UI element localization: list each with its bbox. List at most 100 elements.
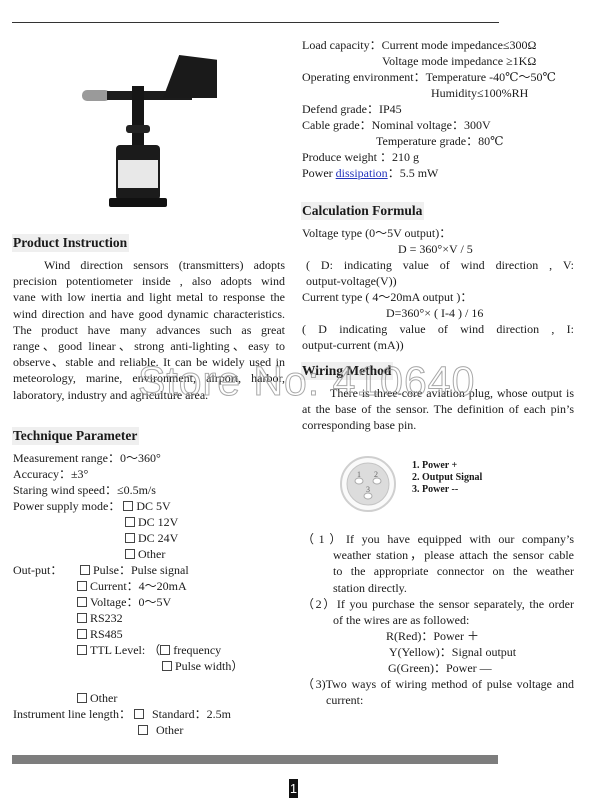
step1-line: （1）If you have equipped with our company… bbox=[302, 532, 574, 546]
checkbox-icon[interactable] bbox=[77, 597, 87, 607]
paragraph-line: Wind direction sensors (transmitters) ad… bbox=[44, 258, 285, 272]
checkbox-icon[interactable] bbox=[133, 709, 144, 719]
checkbox-icon[interactable] bbox=[125, 533, 135, 543]
current-note: ( D indicating value of wind direction ,… bbox=[302, 322, 574, 337]
output-option[interactable]: RS232 bbox=[13, 610, 285, 626]
checkbox-icon[interactable] bbox=[160, 645, 171, 655]
voltage-type: Voltage type (0～5V output)： bbox=[302, 226, 452, 240]
voltage-note: output-voltage(V)) bbox=[306, 274, 397, 289]
cable-temperature-grade: Temperature grade：80℃ bbox=[376, 134, 504, 148]
line-length-row: Instrument line length： Standard：2.5m bbox=[13, 706, 285, 722]
store-watermark: Store No: 410640 bbox=[137, 358, 476, 405]
defend-grade: Defend grade：IP45 bbox=[302, 102, 402, 116]
checkbox-icon[interactable] bbox=[77, 645, 87, 655]
power-supply-option[interactable]: DC 12V bbox=[13, 514, 285, 530]
checkbox-icon[interactable] bbox=[162, 661, 172, 671]
ttl-frequency: frequency bbox=[173, 643, 222, 657]
step1-line: weather station，please attach the sensor… bbox=[333, 548, 574, 563]
checkbox-icon[interactable] bbox=[80, 565, 90, 575]
load-capacity: Load capacity：Current mode impedance≤300… bbox=[302, 38, 537, 52]
wiring-steps: （1）If you have equipped with our company… bbox=[302, 531, 574, 709]
sensor-collar bbox=[126, 125, 150, 133]
page-number: 1 bbox=[289, 779, 298, 798]
wire-green: G(Green)：Power — bbox=[388, 661, 492, 676]
checkbox-icon[interactable] bbox=[77, 581, 87, 591]
pin-legend-item: 1. Power + bbox=[412, 460, 458, 471]
output-option-ttl[interactable]: TTL Level: （frequency bbox=[13, 642, 285, 658]
power-supply-option[interactable]: Other bbox=[13, 546, 285, 562]
ttl-pulse-width-option[interactable]: Pulse width） bbox=[13, 658, 285, 674]
voltage-formula: D = 360°×V / 5 bbox=[398, 242, 473, 256]
wire-red: R(Red)：Power ＋ bbox=[386, 629, 479, 644]
current-formula: D=360°× ( I-4 ) / 16 bbox=[386, 306, 484, 321]
paragraph-line: wind direction and have good dynamic cha… bbox=[13, 306, 285, 321]
pin-legend-item: 2. Output Signal bbox=[412, 472, 483, 483]
sensor-base bbox=[109, 198, 167, 207]
current-type: Current type ( 4～20mA output )： bbox=[302, 290, 473, 305]
checkbox-icon[interactable] bbox=[77, 693, 87, 703]
wire-yellow: Y(Yellow)：Signal output bbox=[389, 645, 517, 660]
current-note: output-current (mA)) bbox=[302, 338, 404, 353]
pin-number: 3 bbox=[366, 485, 370, 494]
line-length-option[interactable]: Other bbox=[13, 722, 285, 738]
power-dissipation: Power dissipation：5.5 mW bbox=[302, 166, 439, 180]
step1-line: to the appropriate connector on the weat… bbox=[333, 564, 574, 579]
pin-number: 1 bbox=[357, 470, 361, 479]
paragraph-line: The product have many advances such as g… bbox=[13, 322, 285, 337]
operating-environment: Operating environment：Temperature -40℃～5… bbox=[302, 70, 556, 84]
dissipation-link[interactable]: dissipation bbox=[336, 166, 388, 180]
calculation-formula-heading: Calculation Formula bbox=[301, 202, 425, 220]
pin-legend: 1. Power + 2. Output Signal 3. Power -- bbox=[412, 460, 482, 496]
step2-line: of the wires are as followed: bbox=[333, 613, 470, 628]
connector-icon: 1 2 3 bbox=[340, 456, 396, 512]
step2-line: （2）If you purchase the sensor separately… bbox=[302, 596, 574, 611]
output-row: Out-put： Pulse：Pulse signal bbox=[13, 562, 285, 578]
voltage-note: ( D: indicating value of wind direction … bbox=[306, 258, 574, 272]
step1-line: station directly. bbox=[333, 580, 407, 595]
accuracy: Accuracy：±3° bbox=[13, 467, 89, 481]
sensor-shaft bbox=[132, 86, 144, 146]
paragraph-line: vane with low inertia and light metal to… bbox=[13, 290, 285, 305]
product-instruction-heading: Product Instruction bbox=[12, 234, 130, 252]
paragraph-line: precision potentiometer inside , also ad… bbox=[13, 274, 285, 289]
checkbox-icon[interactable] bbox=[125, 517, 135, 527]
paragraph-line: range、good linear、strong anti-lighting、e… bbox=[13, 339, 285, 354]
starting-wind-speed: Staring wind speed：≤0.5m/s bbox=[13, 483, 156, 497]
specs-section: Load capacity：Current mode impedance≤300… bbox=[302, 37, 556, 181]
output-option[interactable]: Pulse：Pulse signal bbox=[80, 563, 189, 577]
step3-line: current: bbox=[326, 693, 364, 708]
output-option[interactable]: Voltage：0～5V bbox=[13, 594, 285, 610]
power-supply-option[interactable]: DC 5V bbox=[123, 499, 171, 513]
vane-fin bbox=[163, 55, 217, 98]
sensor-label bbox=[118, 160, 158, 188]
load-capacity-voltage: Voltage mode impedance ≥1KΩ bbox=[382, 54, 537, 68]
pin-legend-item: 3. Power -- bbox=[412, 484, 459, 495]
checkbox-icon[interactable] bbox=[123, 501, 134, 511]
cable-grade: Cable grade：Nominal voltage：300V bbox=[302, 118, 491, 132]
checkbox-icon[interactable] bbox=[77, 613, 87, 623]
operating-humidity: Humidity≤100%RH bbox=[431, 86, 529, 100]
output-label: Out-put： bbox=[13, 563, 63, 577]
footer-bar bbox=[12, 755, 498, 764]
output-option[interactable]: Current：4～20mA bbox=[13, 578, 285, 594]
checkbox-icon[interactable] bbox=[138, 725, 148, 735]
power-supply-row: Power supply mode： DC 5V bbox=[13, 498, 285, 514]
power-supply-option[interactable]: DC 24V bbox=[13, 530, 285, 546]
sensor-tip bbox=[82, 90, 110, 101]
top-rule bbox=[12, 22, 499, 23]
technique-parameter-section: Technique Parameter Measurement range：0～… bbox=[12, 427, 285, 738]
checkbox-icon[interactable] bbox=[125, 549, 135, 559]
pin-diagram: 1 2 3 1. Power + 2. Output Signal 3. Pow… bbox=[340, 455, 490, 517]
line-length-label: Instrument line length： bbox=[13, 707, 131, 721]
output-option[interactable]: Other bbox=[13, 690, 285, 706]
technique-parameter-heading: Technique Parameter bbox=[12, 427, 140, 445]
produce-weight: Produce weight ：210 g bbox=[302, 150, 419, 164]
line-length-option[interactable]: Standard：2.5m bbox=[133, 707, 231, 721]
calculation-formula-section: Calculation Formula Voltage type (0～5V o… bbox=[301, 202, 574, 353]
checkbox-icon[interactable] bbox=[77, 629, 87, 639]
power-supply-label: Power supply mode： bbox=[13, 499, 121, 513]
pin-number: 2 bbox=[374, 470, 378, 479]
step3-line: （3)Two ways of wiring method of pulse vo… bbox=[302, 677, 574, 692]
wiring-intro-line: corresponding base pin. bbox=[302, 418, 417, 433]
output-option[interactable]: RS485 bbox=[13, 626, 285, 642]
